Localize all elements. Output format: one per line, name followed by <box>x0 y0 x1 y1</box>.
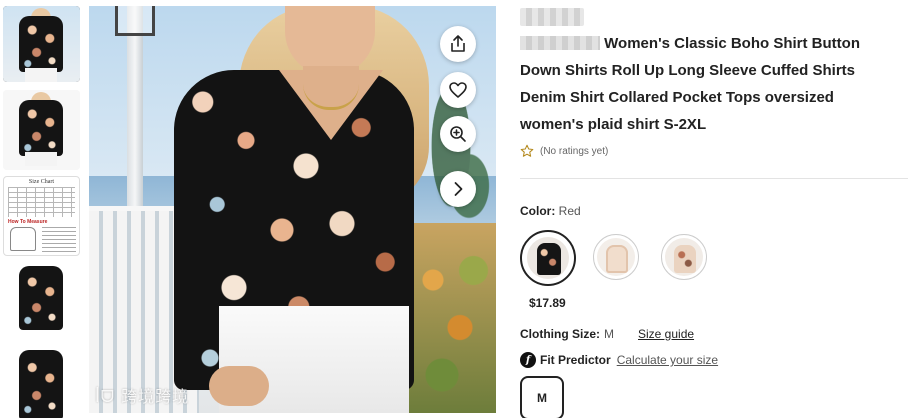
product-title: Women's Classic Boho Shirt Button Down S… <box>520 30 900 138</box>
flowering-bush <box>406 223 496 413</box>
floral-shirt-image <box>19 100 63 156</box>
model-hand <box>209 366 269 406</box>
rating-text: (No ratings yet) <box>540 145 609 157</box>
fit-predictor-icon: f <box>520 352 536 368</box>
blurred-store-logo <box>520 8 584 26</box>
product-info-panel: Women's Classic Boho Shirt Button Down S… <box>520 0 910 418</box>
floral-shirt-image <box>19 350 63 418</box>
lamp-post <box>127 6 143 216</box>
clothing-size-label: Clothing Size: <box>520 327 600 341</box>
color-swatch-red[interactable] <box>520 230 576 286</box>
thumbnail-1[interactable] <box>3 6 80 82</box>
blurred-brand-name <box>520 36 600 50</box>
color-swatch-floral-image <box>665 238 703 276</box>
price: $17.89 <box>529 296 566 310</box>
selected-size-value: M <box>604 327 614 341</box>
size-option-m[interactable]: M <box>520 376 564 418</box>
zoom-button[interactable] <box>440 116 476 152</box>
color-label-text: Color: <box>520 204 556 218</box>
measure-instructions <box>42 227 76 253</box>
favorite-button[interactable] <box>440 72 476 108</box>
lamp-head <box>115 6 155 36</box>
star-icon <box>520 144 534 157</box>
divider <box>520 178 908 179</box>
shirt-sketch <box>10 227 36 251</box>
floral-shirt-image <box>19 16 63 72</box>
fit-predictor-row: f Fit Predictor Calculate your size <box>520 352 718 368</box>
watermark-logo-icon: ꟾᗜ <box>95 387 122 406</box>
thumbnail-strip: Size Chart How To Measure <box>3 6 80 418</box>
color-swatch-red-image <box>527 237 569 279</box>
main-product-image[interactable]: ꟾᗜ 跨境跨境 <box>89 6 496 413</box>
share-button[interactable] <box>440 26 476 62</box>
thumbnail-5[interactable] <box>3 346 80 418</box>
fit-predictor-label: Fit Predictor <box>540 353 611 367</box>
thumbnail-size-chart[interactable]: Size Chart How To Measure <box>3 176 80 256</box>
size-guide-link[interactable]: Size guide <box>638 327 694 341</box>
watermark-text: 跨境跨境 <box>121 387 190 406</box>
zoom-in-icon <box>450 126 466 142</box>
share-icon <box>451 35 465 52</box>
color-swatch-floral[interactable] <box>661 234 707 280</box>
size-chart-table <box>8 187 75 217</box>
chevron-right-icon <box>454 182 463 196</box>
color-swatch-beige[interactable] <box>593 234 639 280</box>
calculate-size-link[interactable]: Calculate your size <box>617 353 718 367</box>
clothing-size-row: Clothing Size: M Size guide <box>520 327 694 341</box>
white-pants-image <box>25 68 57 82</box>
size-chart-title: Size Chart <box>28 179 55 185</box>
watermark: ꟾᗜ 跨境跨境 <box>95 383 189 407</box>
thumbnail-4[interactable] <box>3 262 80 336</box>
color-swatch-beige-image <box>597 238 635 276</box>
floral-shirt-image <box>19 266 63 330</box>
heart-icon <box>449 82 467 98</box>
next-image-button[interactable] <box>440 171 476 207</box>
rating-row[interactable]: (No ratings yet) <box>520 144 608 158</box>
white-pants-image <box>25 152 57 166</box>
selected-color-value: Red <box>558 204 581 218</box>
color-label: Color: Red <box>520 204 581 218</box>
how-to-measure-heading: How To Measure <box>8 219 48 225</box>
thumbnail-2[interactable] <box>3 90 80 170</box>
